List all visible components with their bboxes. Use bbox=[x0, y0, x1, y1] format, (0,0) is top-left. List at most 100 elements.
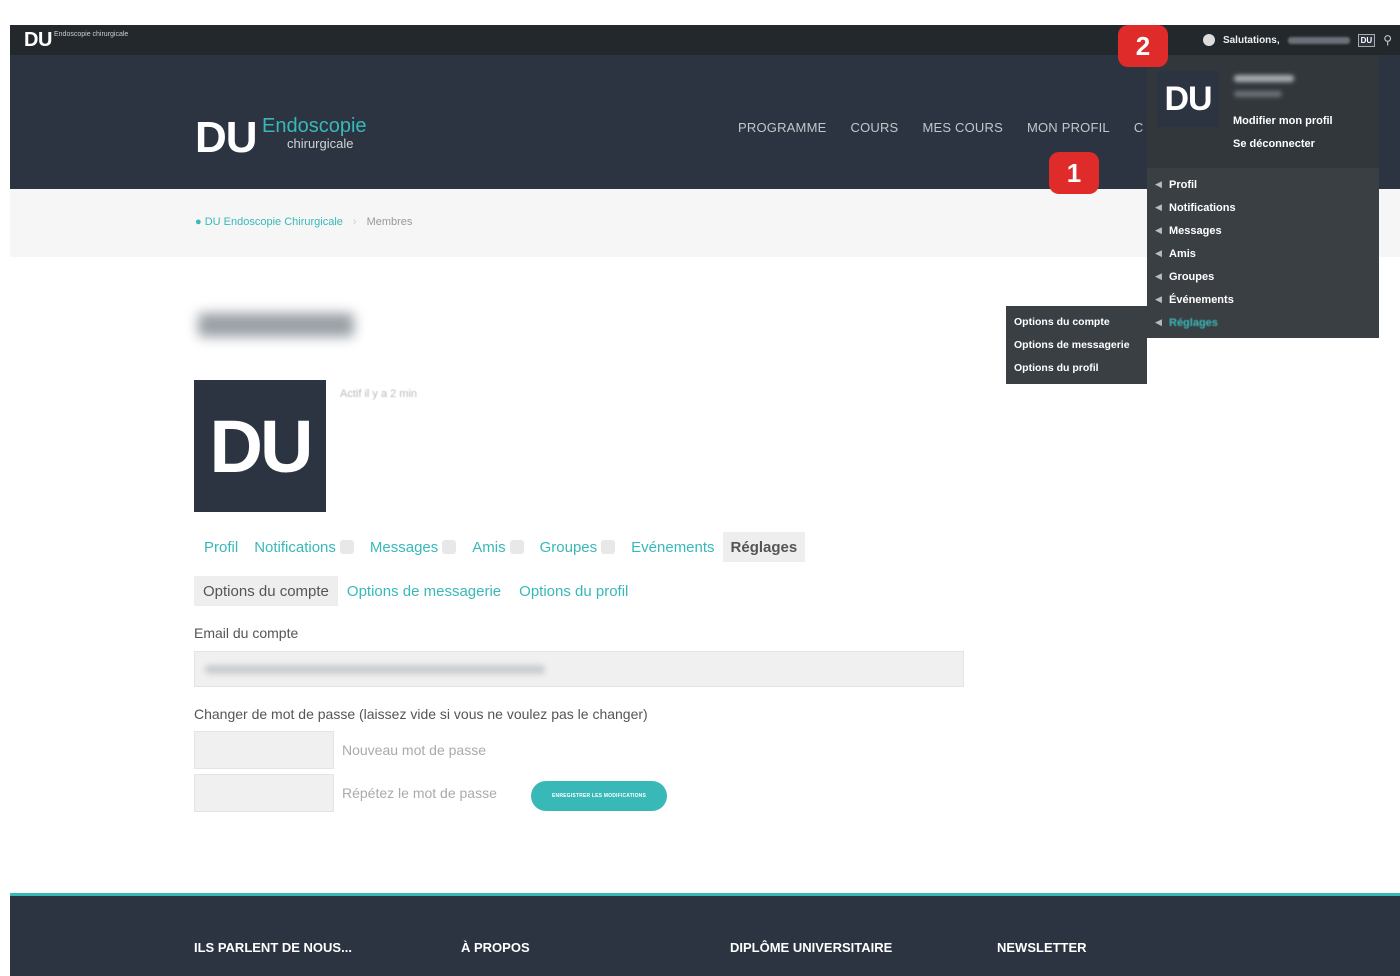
password-section-label: Changer de mot de passe (laissez vide si… bbox=[194, 706, 648, 722]
dropdown-item-reglages[interactable]: ◀ Réglages bbox=[1147, 311, 1379, 334]
dropdown-item-profil[interactable]: ◀ Profil bbox=[1147, 173, 1379, 196]
repeat-password-field[interactable] bbox=[194, 774, 334, 812]
dropdown-item-amis[interactable]: ◀ Amis bbox=[1147, 242, 1379, 265]
admin-greeting[interactable]: Salutations, bbox=[1223, 35, 1280, 46]
submenu-options-de-messagerie[interactable]: Options de messagerie bbox=[1006, 339, 1147, 362]
caret-left-icon: ◀ bbox=[1155, 271, 1162, 281]
tab-options-du-compte[interactable]: Options du compte bbox=[194, 576, 338, 606]
subnav-notifications[interactable]: Notifications bbox=[246, 532, 362, 562]
dropdown-avatar-text: DU bbox=[1164, 79, 1212, 118]
caret-left-icon: ◀ bbox=[1155, 294, 1162, 304]
admin-avatar[interactable]: DU bbox=[1357, 33, 1376, 47]
member-name-blurred bbox=[198, 313, 354, 337]
new-password-label: Nouveau mot de passe bbox=[342, 742, 486, 758]
account-dropdown: DU Modifier mon profil Se déconnecter ◀ P… bbox=[1147, 55, 1379, 338]
new-password-field[interactable] bbox=[194, 731, 334, 769]
dropdown-item-notifications[interactable]: ◀ Notifications bbox=[1147, 196, 1379, 219]
nav-programme[interactable]: PROGRAMME bbox=[738, 120, 826, 135]
member-subnav: Profil Notifications Messages Amis Group… bbox=[196, 532, 806, 562]
breadcrumb: ● DU Endoscopie Chirurgicale › Membres bbox=[195, 216, 412, 228]
dropdown-item-evenements[interactable]: ◀ Événements bbox=[1147, 288, 1379, 311]
search-icon[interactable]: ⚲ bbox=[1383, 33, 1392, 47]
admin-logo[interactable]: DU bbox=[24, 29, 52, 52]
member-avatar: DU bbox=[194, 380, 326, 512]
admin-account-area: Salutations, DU ⚲ bbox=[1202, 25, 1392, 55]
dropdown-item-label: Notifications bbox=[1169, 201, 1236, 214]
caret-left-icon: ◀ bbox=[1155, 179, 1162, 189]
step-marker-1: 1 bbox=[1049, 152, 1099, 194]
dropdown-avatar[interactable]: DU bbox=[1157, 71, 1219, 127]
footer-diplome: DIPLÔME UNIVERSITAIRE bbox=[730, 940, 893, 955]
dropdown-item-label: Amis bbox=[1169, 247, 1196, 260]
subnav-groupes-label: Groupes bbox=[539, 538, 598, 556]
tab-options-de-messagerie[interactable]: Options de messagerie bbox=[338, 576, 510, 606]
count-badge bbox=[442, 540, 457, 554]
member-activity: Actif il y a 2 min bbox=[340, 388, 418, 400]
repeat-password-label: Répétez le mot de passe bbox=[342, 785, 497, 801]
site-logo-endoscopie: Endoscopie bbox=[262, 115, 367, 137]
subnav-evenements-label: Evénements bbox=[631, 538, 715, 556]
dropdown-item-label: Événements bbox=[1169, 293, 1234, 306]
subnav-reglages[interactable]: Réglages bbox=[722, 532, 806, 562]
email-label: Email du compte bbox=[194, 625, 299, 641]
subnav-profil[interactable]: Profil bbox=[196, 532, 246, 562]
subnav-notifications-label: Notifications bbox=[254, 538, 336, 556]
subnav-evenements[interactable]: Evénements bbox=[623, 532, 722, 562]
breadcrumb-current: Membres bbox=[366, 216, 413, 228]
subnav-messages[interactable]: Messages bbox=[362, 532, 464, 562]
email-field[interactable] bbox=[194, 651, 964, 687]
caret-left-icon: ◀ bbox=[1155, 225, 1162, 235]
dropdown-item-label: Groupes bbox=[1169, 270, 1215, 283]
dropdown-item-groupes[interactable]: ◀ Groupes bbox=[1147, 265, 1379, 288]
tab-options-du-profil[interactable]: Options du profil bbox=[510, 576, 637, 606]
footer-ils-parlent: ILS PARLENT DE NOUS... bbox=[194, 940, 352, 955]
subnav-reglages-label: Réglages bbox=[730, 538, 798, 556]
breadcrumb-home-label: DU Endoscopie Chirurgicale bbox=[204, 216, 343, 228]
subnav-amis-label: Amis bbox=[472, 538, 506, 556]
breadcrumb-home[interactable]: ● DU Endoscopie Chirurgicale bbox=[195, 216, 343, 228]
nav-mon-profil[interactable]: MON PROFIL bbox=[1027, 120, 1110, 135]
caret-left-icon: ◀ bbox=[1155, 317, 1162, 327]
logout-link[interactable]: Se déconnecter bbox=[1233, 138, 1315, 150]
submenu-options-du-profil[interactable]: Options du profil bbox=[1006, 362, 1147, 385]
settings-tabs: Options du compte Options de messagerie … bbox=[194, 576, 637, 606]
admin-username-blurred[interactable] bbox=[1287, 36, 1350, 44]
site-footer: ILS PARLENT DE NOUS... À PROPOS DIPLÔME … bbox=[10, 893, 1400, 976]
member-avatar-text: DU bbox=[209, 404, 314, 488]
count-badge bbox=[601, 540, 616, 554]
site-logo-chirurgicale: chirurgicale bbox=[287, 136, 354, 151]
footer-a-propos: À PROPOS bbox=[461, 940, 530, 955]
footer-newsletter: NEWSLETTER bbox=[997, 940, 1087, 955]
caret-left-icon: ◀ bbox=[1155, 248, 1162, 258]
count-badge bbox=[339, 540, 354, 554]
edit-profile-link[interactable]: Modifier mon profil bbox=[1233, 115, 1333, 127]
subnav-groupes[interactable]: Groupes bbox=[532, 532, 624, 562]
save-changes-button[interactable]: ENREGISTRER LES MODIFICATIONS bbox=[531, 781, 667, 811]
subnav-amis[interactable]: Amis bbox=[464, 532, 531, 562]
caret-left-icon: ◀ bbox=[1155, 202, 1162, 212]
nav-mes-cours[interactable]: MES COURS bbox=[922, 120, 1003, 135]
settings-submenu: Options du compte Options de messagerie … bbox=[1006, 306, 1147, 384]
notification-icon[interactable] bbox=[1202, 34, 1215, 46]
breadcrumb-separator: › bbox=[352, 216, 357, 228]
subnav-profil-label: Profil bbox=[204, 538, 239, 556]
dropdown-item-label: Profil bbox=[1169, 178, 1198, 191]
account-dropdown-menu: ◀ Profil ◀ Notifications ◀ Messages ◀ Amis ◀… bbox=[1147, 173, 1379, 334]
main-nav: PROGRAMME COURS MES COURS MON PROFIL C bbox=[738, 120, 1143, 135]
account-dropdown-header: DU Modifier mon profil Se déconnecter bbox=[1147, 55, 1379, 168]
nav-item-truncated[interactable]: C bbox=[1134, 120, 1144, 135]
dropdown-item-label: Réglages bbox=[1169, 316, 1218, 329]
step-marker-2: 2 bbox=[1118, 25, 1168, 67]
nav-cours[interactable]: COURS bbox=[850, 120, 898, 135]
dropdown-handle-blurred bbox=[1234, 91, 1282, 97]
submenu-options-du-compte[interactable]: Options du compte bbox=[1006, 316, 1147, 339]
dropdown-item-label: Messages bbox=[1169, 224, 1222, 237]
admin-logo-subtitle: Endoscopie chirurgicale bbox=[54, 31, 129, 38]
dropdown-item-messages[interactable]: ◀ Messages bbox=[1147, 219, 1379, 242]
screenshot: DU Endoscopie chirurgicale Salutations, … bbox=[10, 0, 1400, 976]
email-value-blurred bbox=[205, 665, 545, 674]
site-logo[interactable]: DU bbox=[195, 113, 258, 163]
subnav-messages-label: Messages bbox=[369, 538, 439, 556]
admin-bar: DU Endoscopie chirurgicale Salutations, … bbox=[10, 25, 1400, 55]
count-badge bbox=[509, 540, 524, 554]
